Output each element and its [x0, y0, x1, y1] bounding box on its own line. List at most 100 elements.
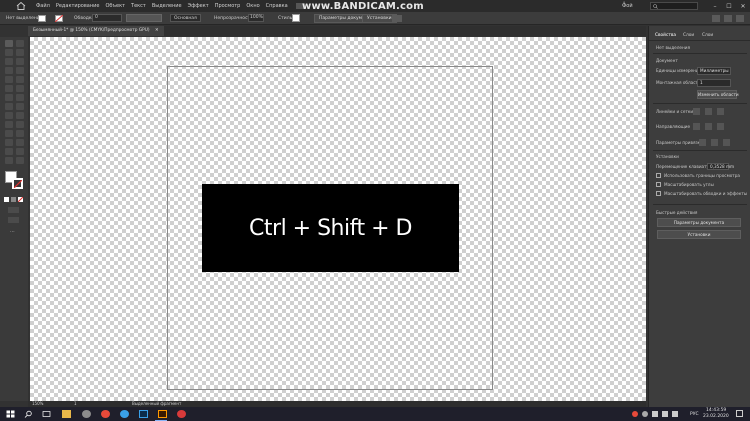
rotate-tool-icon[interactable] [5, 94, 13, 101]
panel-menu-icon[interactable] [736, 15, 744, 22]
show-guides-icon[interactable] [693, 123, 700, 130]
workspace-label[interactable]: Ф̊ой [622, 3, 633, 9]
bandicam-icon[interactable] [177, 410, 186, 418]
network-icon[interactable] [662, 411, 668, 417]
artboard-number[interactable]: 1 [74, 401, 77, 406]
menu-edit[interactable]: Редактирование [56, 3, 100, 9]
close-tab-icon[interactable]: ✕ [155, 28, 159, 33]
home-icon[interactable] [16, 2, 26, 10]
black-rectangle[interactable]: Ctrl + Shift + D [202, 184, 459, 272]
mesh-tool-icon[interactable] [5, 121, 13, 128]
units-dropdown[interactable]: Миллиметры [697, 67, 731, 75]
opacity-field[interactable]: 100% [248, 14, 264, 22]
tray-app-icon[interactable] [642, 411, 648, 417]
gradient-mode-icon[interactable] [11, 197, 16, 202]
snap-pixel-icon[interactable] [711, 139, 718, 146]
curvature-tool-icon[interactable] [16, 58, 24, 65]
shape-builder-tool-icon[interactable] [5, 112, 13, 119]
zoom-tool-icon[interactable] [16, 157, 24, 164]
photoshop-icon[interactable] [139, 410, 148, 418]
lasso-tool-icon[interactable] [16, 49, 24, 56]
scale-corners-checkbox[interactable] [656, 182, 661, 187]
type-tool-icon[interactable] [5, 67, 13, 74]
selection-tool-icon[interactable] [5, 40, 13, 47]
slice-tool-icon[interactable] [16, 148, 24, 155]
tab-layers[interactable]: Слои [683, 33, 694, 38]
close-icon[interactable]: ✕ [736, 3, 750, 10]
tab-properties[interactable]: Свойства [655, 33, 676, 38]
lock-guides-icon[interactable] [705, 123, 712, 130]
brush-tool-icon[interactable] [5, 85, 13, 92]
panel-document-setup-button[interactable]: Параметры документа [657, 218, 741, 227]
arrange-docs-icon[interactable] [392, 15, 402, 22]
ruler-icon[interactable] [693, 108, 700, 115]
color-mode-icon[interactable] [4, 197, 9, 202]
stroke-swatch[interactable] [55, 15, 63, 22]
variable-width-dropdown[interactable] [126, 14, 162, 22]
rectangle-tool-icon[interactable] [5, 76, 13, 83]
menu-view[interactable]: Просмотр [215, 3, 241, 9]
grid-icon[interactable] [705, 108, 712, 115]
free-transform-tool-icon[interactable] [16, 103, 24, 110]
zoom-level[interactable]: 150% [32, 401, 43, 406]
menu-text[interactable]: Текст [131, 3, 146, 9]
pencil-tool-icon[interactable] [16, 76, 24, 83]
scale-tool-icon[interactable] [16, 94, 24, 101]
eyedropper-tool-icon[interactable] [5, 130, 13, 137]
volume-icon[interactable] [672, 411, 678, 417]
eraser-tool-icon[interactable] [16, 85, 24, 92]
network-app-icon[interactable] [120, 410, 129, 418]
shortcut-text[interactable]: Ctrl + Shift + D [249, 216, 412, 241]
blend-tool-icon[interactable] [16, 130, 24, 137]
artboard-dropdown[interactable]: 1 [697, 79, 731, 87]
task-view-icon[interactable] [42, 410, 51, 418]
screen-mode-icon[interactable] [8, 217, 19, 223]
preview-bounds-checkbox[interactable] [656, 173, 661, 178]
search-icon[interactable] [24, 410, 33, 418]
snap-glyph-icon[interactable] [723, 139, 730, 146]
minimize-icon[interactable]: – [708, 3, 722, 10]
chrome-icon[interactable] [101, 410, 110, 418]
snap-point-icon[interactable] [699, 139, 706, 146]
direct-selection-tool-icon[interactable] [16, 40, 24, 47]
fill-swatch[interactable] [38, 15, 46, 22]
illustrator-icon[interactable] [158, 410, 167, 418]
panel-preferences-button[interactable]: Установки [657, 230, 741, 239]
tray-chevron-icon[interactable] [652, 411, 658, 417]
windows-start-icon[interactable] [6, 410, 15, 418]
language-indicator[interactable]: РУС [690, 412, 699, 417]
graphic-style-swatch[interactable] [292, 14, 300, 22]
pen-tool-icon[interactable] [5, 58, 13, 65]
pixel-grid-icon[interactable] [717, 108, 724, 115]
maximize-icon[interactable]: ☐ [722, 3, 736, 10]
document-tab[interactable]: Безымянный-1* @ 150% (CMYK/Предпросмотр … [28, 26, 164, 36]
perspective-tool-icon[interactable] [16, 112, 24, 119]
search-input[interactable] [650, 2, 698, 10]
menu-effect[interactable]: Эффект [188, 3, 209, 9]
stroke-weight-field[interactable]: 0 [92, 14, 122, 22]
scale-strokes-checkbox[interactable] [656, 191, 661, 196]
edit-artboards-button[interactable]: Изменить области [697, 90, 739, 99]
magic-wand-tool-icon[interactable] [5, 49, 13, 56]
stroke-color-icon[interactable] [12, 178, 23, 189]
artboard-tool-icon[interactable] [5, 148, 13, 155]
none-mode-icon[interactable] [18, 197, 23, 202]
transform-icon[interactable] [724, 15, 732, 22]
menu-help[interactable]: Справка [266, 3, 288, 9]
notifications-icon[interactable] [736, 410, 743, 417]
brush-dropdown[interactable]: Основная [170, 14, 201, 22]
clock-date[interactable]: 23.02.2020 [703, 414, 729, 419]
menu-select[interactable]: Выделение [152, 3, 182, 9]
hand-tool-icon[interactable] [5, 157, 13, 164]
drawing-mode-icon[interactable] [8, 207, 19, 213]
clock-time[interactable]: 14:43:59 [706, 408, 726, 413]
menu-object[interactable]: Объект [105, 3, 125, 9]
tray-record-icon[interactable] [632, 411, 638, 417]
keyboard-increment-field[interactable]: 0,3528 mm [707, 163, 734, 170]
menu-window[interactable]: Окно [246, 3, 259, 9]
gradient-tool-icon[interactable] [16, 121, 24, 128]
graph-tool-icon[interactable] [16, 139, 24, 146]
tab-libraries[interactable]: Слои [702, 33, 713, 38]
width-tool-icon[interactable] [5, 103, 13, 110]
canvas[interactable]: Ctrl + Shift + D [30, 37, 646, 401]
